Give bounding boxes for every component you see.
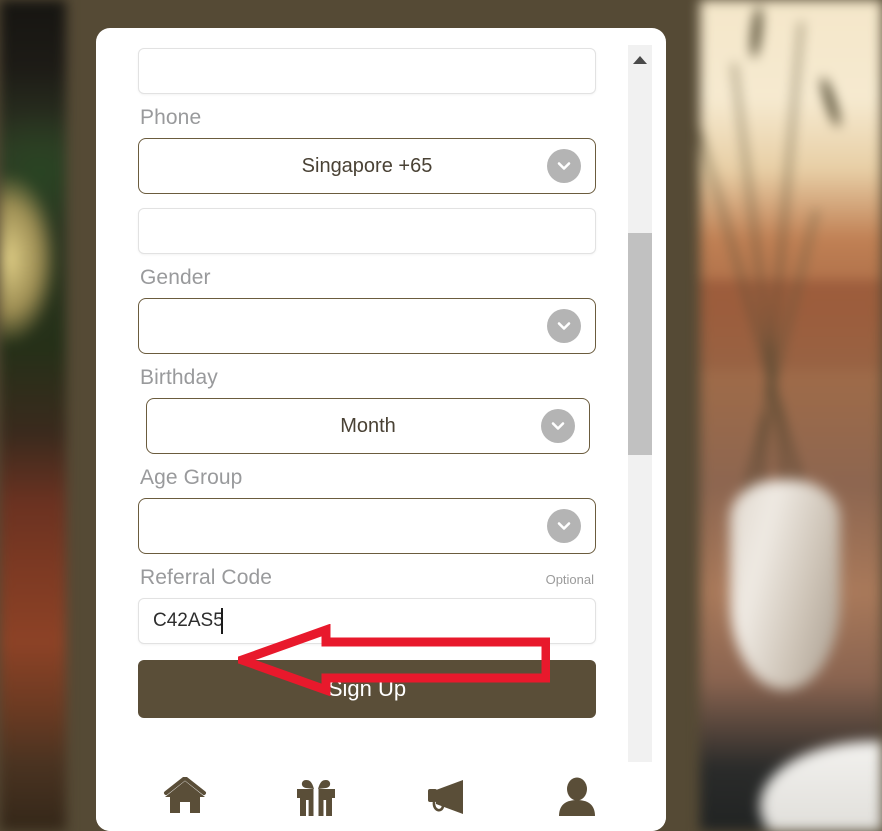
name-input[interactable] [138, 48, 596, 94]
phone-country-value: Singapore +65 [301, 154, 433, 177]
referral-code-input[interactable] [138, 598, 596, 644]
chevron-down-icon[interactable] [547, 149, 581, 183]
nav-home[interactable] [120, 762, 251, 831]
gender-label: Gender [140, 266, 211, 289]
birthday-label: Birthday [140, 366, 218, 389]
megaphone-icon [422, 777, 470, 817]
gender-select[interactable] [138, 298, 596, 354]
background-photo-left-layer [0, 0, 66, 831]
decor-vase [730, 480, 840, 690]
chevron-down-icon[interactable] [547, 509, 581, 543]
text-caret [221, 608, 223, 634]
nav-rewards[interactable] [251, 762, 382, 831]
phone-number-input[interactable] [138, 208, 596, 254]
phone-label: Phone [140, 106, 202, 129]
nav-news[interactable] [381, 762, 512, 831]
background-photo-right [700, 0, 882, 831]
home-icon [163, 776, 207, 817]
referral-code-input-wrap [138, 598, 596, 644]
chevron-down-icon[interactable] [547, 309, 581, 343]
triangle-up-icon[interactable] [633, 56, 647, 64]
phone-country-select[interactable]: Singapore +65 [138, 138, 596, 194]
chevron-down-icon[interactable] [541, 409, 575, 443]
signup-card: Phone Singapore +65 Gender Birthday Mont… [96, 28, 666, 831]
scrollbar-thumb[interactable] [628, 233, 652, 455]
gift-icon [294, 776, 338, 818]
background-photo-left [0, 0, 66, 831]
sign-up-button[interactable]: Sign Up [138, 660, 596, 718]
nav-profile[interactable] [512, 762, 643, 831]
age-group-select[interactable] [138, 498, 596, 554]
birthday-month-select[interactable]: Month [146, 398, 590, 454]
background-photo-right-band [700, 280, 882, 370]
age-group-label: Age Group [140, 466, 243, 489]
referral-code-optional-badge: Optional [545, 572, 594, 587]
signup-form: Phone Singapore +65 Gender Birthday Mont… [96, 28, 666, 790]
form-scrollbar[interactable] [628, 45, 652, 788]
bottom-nav [96, 762, 666, 831]
person-icon [556, 776, 598, 818]
birthday-month-value: Month [340, 414, 396, 437]
referral-code-label: Referral Code [140, 566, 273, 589]
